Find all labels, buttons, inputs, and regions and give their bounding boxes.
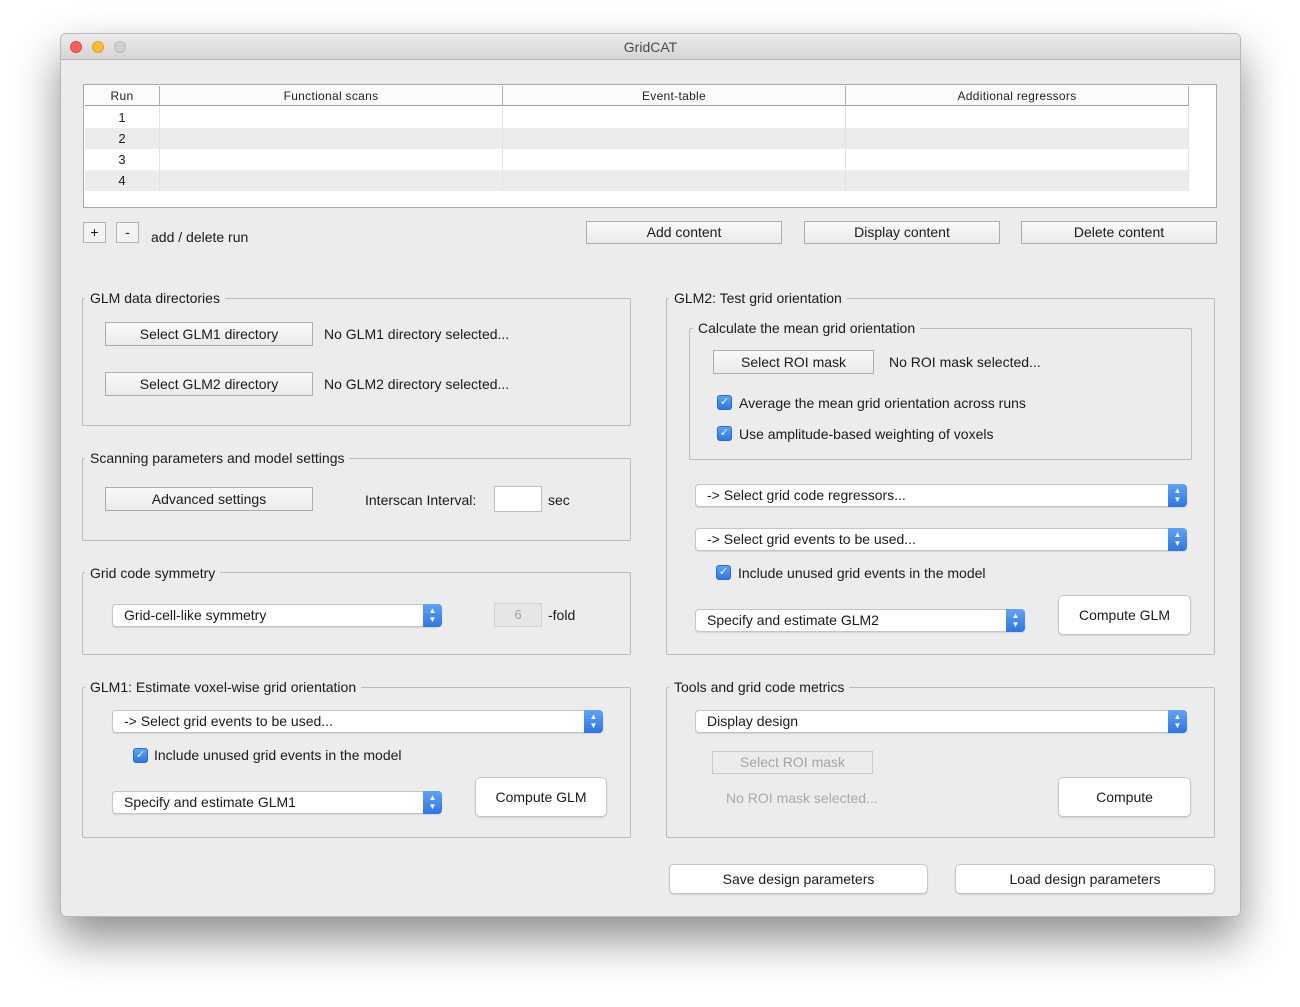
tools-compute-button[interactable]: Compute bbox=[1058, 777, 1191, 817]
fold-value-input: 6 bbox=[494, 603, 542, 627]
event-table-cell[interactable] bbox=[503, 170, 846, 191]
column-header-functional-scans[interactable]: Functional scans bbox=[160, 86, 503, 105]
glm2-mode-select[interactable]: Specify and estimate GLM2 ▲ ▼ bbox=[695, 609, 1025, 632]
add-content-button[interactable]: Add content bbox=[586, 221, 782, 244]
functional-scans-cell[interactable] bbox=[160, 107, 503, 128]
scanning-parameters-title: Scanning parameters and model settings bbox=[85, 450, 350, 466]
glm1-include-unused-label: Include unused grid events in the model bbox=[154, 747, 402, 763]
tools-roi-status: No ROI mask selected... bbox=[726, 790, 878, 806]
run-cell: 1 bbox=[85, 107, 160, 128]
tools-title: Tools and grid code metrics bbox=[669, 679, 850, 695]
additional-regressors-cell[interactable] bbox=[846, 107, 1189, 128]
additional-regressors-cell[interactable] bbox=[846, 128, 1189, 149]
glm1-mode-select-value: Specify and estimate GLM1 bbox=[124, 794, 296, 810]
glm2-select-roi-mask-button[interactable]: Select ROI mask bbox=[713, 350, 874, 374]
interscan-interval-input[interactable] bbox=[494, 486, 542, 512]
tools-select-roi-mask-button: Select ROI mask bbox=[712, 751, 873, 774]
grid-code-symmetry-title: Grid code symmetry bbox=[85, 565, 221, 581]
column-header-event-table[interactable]: Event-table bbox=[503, 86, 846, 105]
delete-run-button[interactable]: - bbox=[116, 222, 139, 243]
glm2-regressors-select[interactable]: -> Select grid code regressors... ▲ ▼ bbox=[695, 484, 1187, 507]
amplitude-weighting-checkbox[interactable]: ✓ bbox=[717, 426, 732, 441]
glm1-title: GLM1: Estimate voxel-wise grid orientati… bbox=[85, 679, 362, 695]
glm1-events-select[interactable]: -> Select grid events to be used... ▲ ▼ bbox=[112, 710, 603, 733]
advanced-settings-button[interactable]: Advanced settings bbox=[105, 487, 313, 511]
chevron-updown-icon: ▲ ▼ bbox=[423, 604, 442, 627]
title-bar: GridCAT bbox=[61, 34, 1240, 60]
event-table-cell[interactable] bbox=[503, 128, 846, 149]
average-across-runs-label: Average the mean grid orientation across… bbox=[739, 395, 1026, 411]
glm2-title: GLM2: Test grid orientation bbox=[669, 290, 847, 306]
event-table-cell[interactable] bbox=[503, 149, 846, 170]
additional-regressors-cell[interactable] bbox=[846, 170, 1189, 191]
add-run-button[interactable]: + bbox=[83, 222, 106, 243]
glm2-roi-status: No ROI mask selected... bbox=[889, 354, 1041, 370]
chevron-updown-icon: ▲ ▼ bbox=[584, 710, 603, 733]
glm1-events-select-value: -> Select grid events to be used... bbox=[124, 713, 333, 729]
chevron-updown-icon: ▲ ▼ bbox=[1006, 609, 1025, 632]
glm2-regressors-select-value: -> Select grid code regressors... bbox=[707, 487, 906, 503]
glm2-include-unused-checkbox[interactable]: ✓ bbox=[716, 565, 731, 580]
chevron-updown-icon: ▲ ▼ bbox=[1168, 710, 1187, 733]
interval-unit-label: sec bbox=[548, 492, 570, 508]
fold-label: -fold bbox=[548, 607, 576, 623]
run-cell: 2 bbox=[85, 128, 160, 149]
chevron-updown-icon: ▲ ▼ bbox=[423, 791, 442, 814]
window-title: GridCAT bbox=[623, 39, 678, 55]
display-content-button[interactable]: Display content bbox=[804, 221, 1000, 244]
amplitude-weighting-label: Use amplitude-based weighting of voxels bbox=[739, 426, 994, 442]
symmetry-select-value: Grid-cell-like symmetry bbox=[124, 607, 267, 623]
interscan-interval-label: Interscan Interval: bbox=[365, 492, 477, 508]
glm2-events-select-value: -> Select grid events to be used... bbox=[707, 531, 916, 547]
table-header: Run Functional scans Event-table Additio… bbox=[85, 86, 1189, 106]
glm1-include-unused-checkbox[interactable]: ✓ bbox=[133, 748, 148, 763]
runs-table[interactable]: Run Functional scans Event-table Additio… bbox=[83, 84, 1217, 208]
glm2-compute-button[interactable]: Compute GLM bbox=[1058, 595, 1191, 635]
glm2-directory-status: No GLM2 directory selected... bbox=[324, 376, 510, 392]
event-table-cell[interactable] bbox=[503, 107, 846, 128]
run-cell: 3 bbox=[85, 149, 160, 170]
functional-scans-cell[interactable] bbox=[160, 149, 503, 170]
additional-regressors-cell[interactable] bbox=[846, 149, 1189, 170]
functional-scans-cell[interactable] bbox=[160, 128, 503, 149]
select-glm2-directory-button[interactable]: Select GLM2 directory bbox=[105, 372, 313, 396]
table-row[interactable]: 1 bbox=[85, 107, 1189, 128]
glm1-compute-button[interactable]: Compute GLM bbox=[475, 777, 607, 817]
glm1-directory-status: No GLM1 directory selected... bbox=[324, 326, 510, 342]
load-design-parameters-button[interactable]: Load design parameters bbox=[955, 864, 1215, 894]
column-header-additional-regressors[interactable]: Additional regressors bbox=[846, 86, 1189, 105]
mean-orientation-title: Calculate the mean grid orientation bbox=[693, 320, 921, 336]
symmetry-select[interactable]: Grid-cell-like symmetry ▲ ▼ bbox=[112, 604, 442, 627]
glm-data-directories-title: GLM data directories bbox=[85, 290, 225, 306]
run-cell: 4 bbox=[85, 170, 160, 191]
delete-content-button[interactable]: Delete content bbox=[1021, 221, 1217, 244]
average-across-runs-checkbox[interactable]: ✓ bbox=[717, 395, 732, 410]
chevron-updown-icon: ▲ ▼ bbox=[1168, 528, 1187, 551]
add-delete-run-label: add / delete run bbox=[151, 229, 249, 245]
glm-data-directories-panel bbox=[82, 298, 631, 426]
table-row[interactable]: 3 bbox=[85, 149, 1189, 170]
tools-select-value: Display design bbox=[707, 713, 799, 729]
tools-select[interactable]: Display design ▲ ▼ bbox=[695, 710, 1187, 733]
column-header-run[interactable]: Run bbox=[85, 86, 160, 105]
table-row[interactable]: 2 bbox=[85, 128, 1189, 149]
chevron-updown-icon: ▲ ▼ bbox=[1168, 484, 1187, 507]
functional-scans-cell[interactable] bbox=[160, 170, 503, 191]
table-row[interactable]: 4 bbox=[85, 170, 1189, 191]
save-design-parameters-button[interactable]: Save design parameters bbox=[669, 864, 928, 894]
gridcat-window: GridCAT Run Functional scans Event-table… bbox=[60, 33, 1241, 917]
glm1-mode-select[interactable]: Specify and estimate GLM1 ▲ ▼ bbox=[112, 791, 442, 814]
glm2-include-unused-label: Include unused grid events in the model bbox=[738, 565, 986, 581]
select-glm1-directory-button[interactable]: Select GLM1 directory bbox=[105, 322, 313, 346]
glm2-mode-select-value: Specify and estimate GLM2 bbox=[707, 612, 879, 628]
glm2-events-select[interactable]: -> Select grid events to be used... ▲ ▼ bbox=[695, 528, 1187, 551]
